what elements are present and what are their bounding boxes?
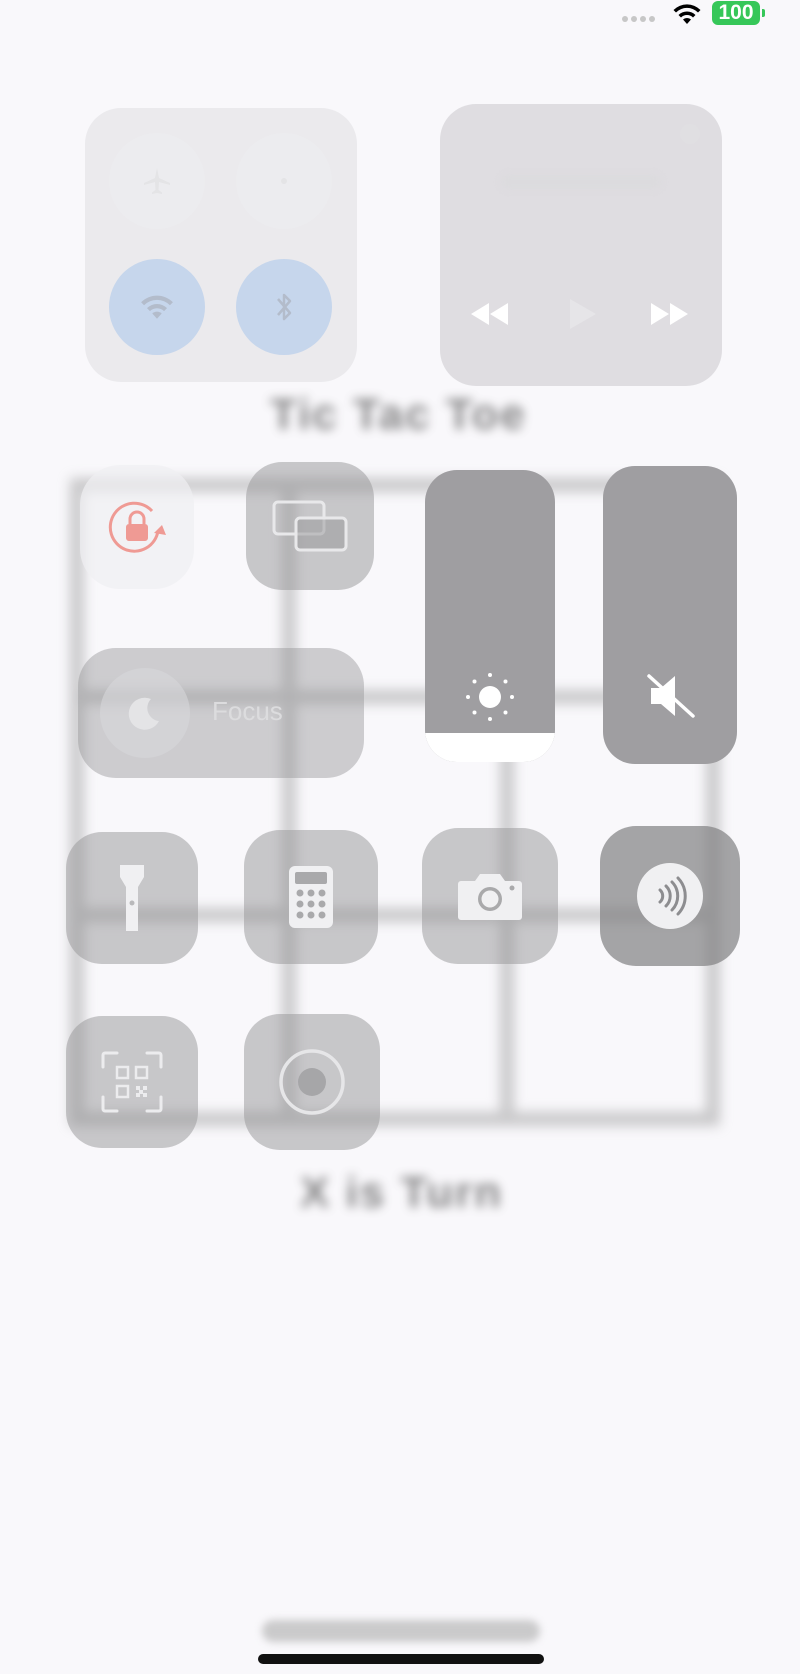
wifi-icon [141, 295, 173, 319]
camera-button[interactable] [422, 828, 558, 964]
sun-icon [466, 673, 514, 721]
moon-icon [128, 697, 159, 730]
play-icon [570, 299, 596, 329]
flashlight-icon [120, 865, 144, 931]
focus-moon-circle [100, 668, 190, 758]
bluetooth-icon [277, 293, 292, 321]
rewind-button[interactable] [470, 294, 510, 334]
brightness-slider[interactable] [425, 470, 555, 762]
fast-forward-button[interactable] [650, 294, 690, 334]
nfc-button[interactable] [600, 826, 740, 966]
now-playing-title [500, 174, 662, 190]
orientation-lock-button[interactable] [80, 465, 194, 589]
focus-label: Focus [212, 696, 283, 726]
fast-forward-icon [651, 303, 688, 325]
airplane-icon [144, 168, 170, 194]
calculator-button[interactable] [244, 830, 378, 964]
now-playing-module [440, 104, 722, 386]
wifi-button[interactable] [109, 259, 205, 355]
brightness-fill [425, 733, 555, 762]
screen-recording-button[interactable] [244, 1014, 380, 1150]
focus-button[interactable]: Focus [78, 648, 364, 778]
home-indicator[interactable] [258, 1654, 544, 1664]
cellular-icon [281, 178, 287, 184]
bluetooth-button[interactable] [236, 259, 332, 355]
qr-code-icon [101, 1051, 163, 1113]
code-scanner-button[interactable] [66, 1016, 198, 1148]
screen-mirroring-icon [272, 500, 348, 552]
camera-icon [458, 874, 522, 920]
control-center: Focus [0, 0, 800, 1674]
rotation-lock-icon [108, 501, 166, 553]
play-button[interactable] [562, 294, 602, 334]
calculator-icon [289, 866, 333, 928]
airplay-icon[interactable] [680, 124, 700, 144]
connectivity-module [85, 108, 357, 382]
volume-slider[interactable] [603, 466, 737, 764]
speaker-muted-icon [647, 674, 695, 718]
rewind-icon [471, 303, 508, 325]
record-icon [279, 1049, 345, 1115]
nfc-icon [637, 863, 703, 929]
screen-mirroring-button[interactable] [246, 462, 374, 590]
cellular-data-button[interactable] [236, 133, 332, 229]
airplane-mode-button[interactable] [109, 133, 205, 229]
flashlight-button[interactable] [66, 832, 198, 964]
